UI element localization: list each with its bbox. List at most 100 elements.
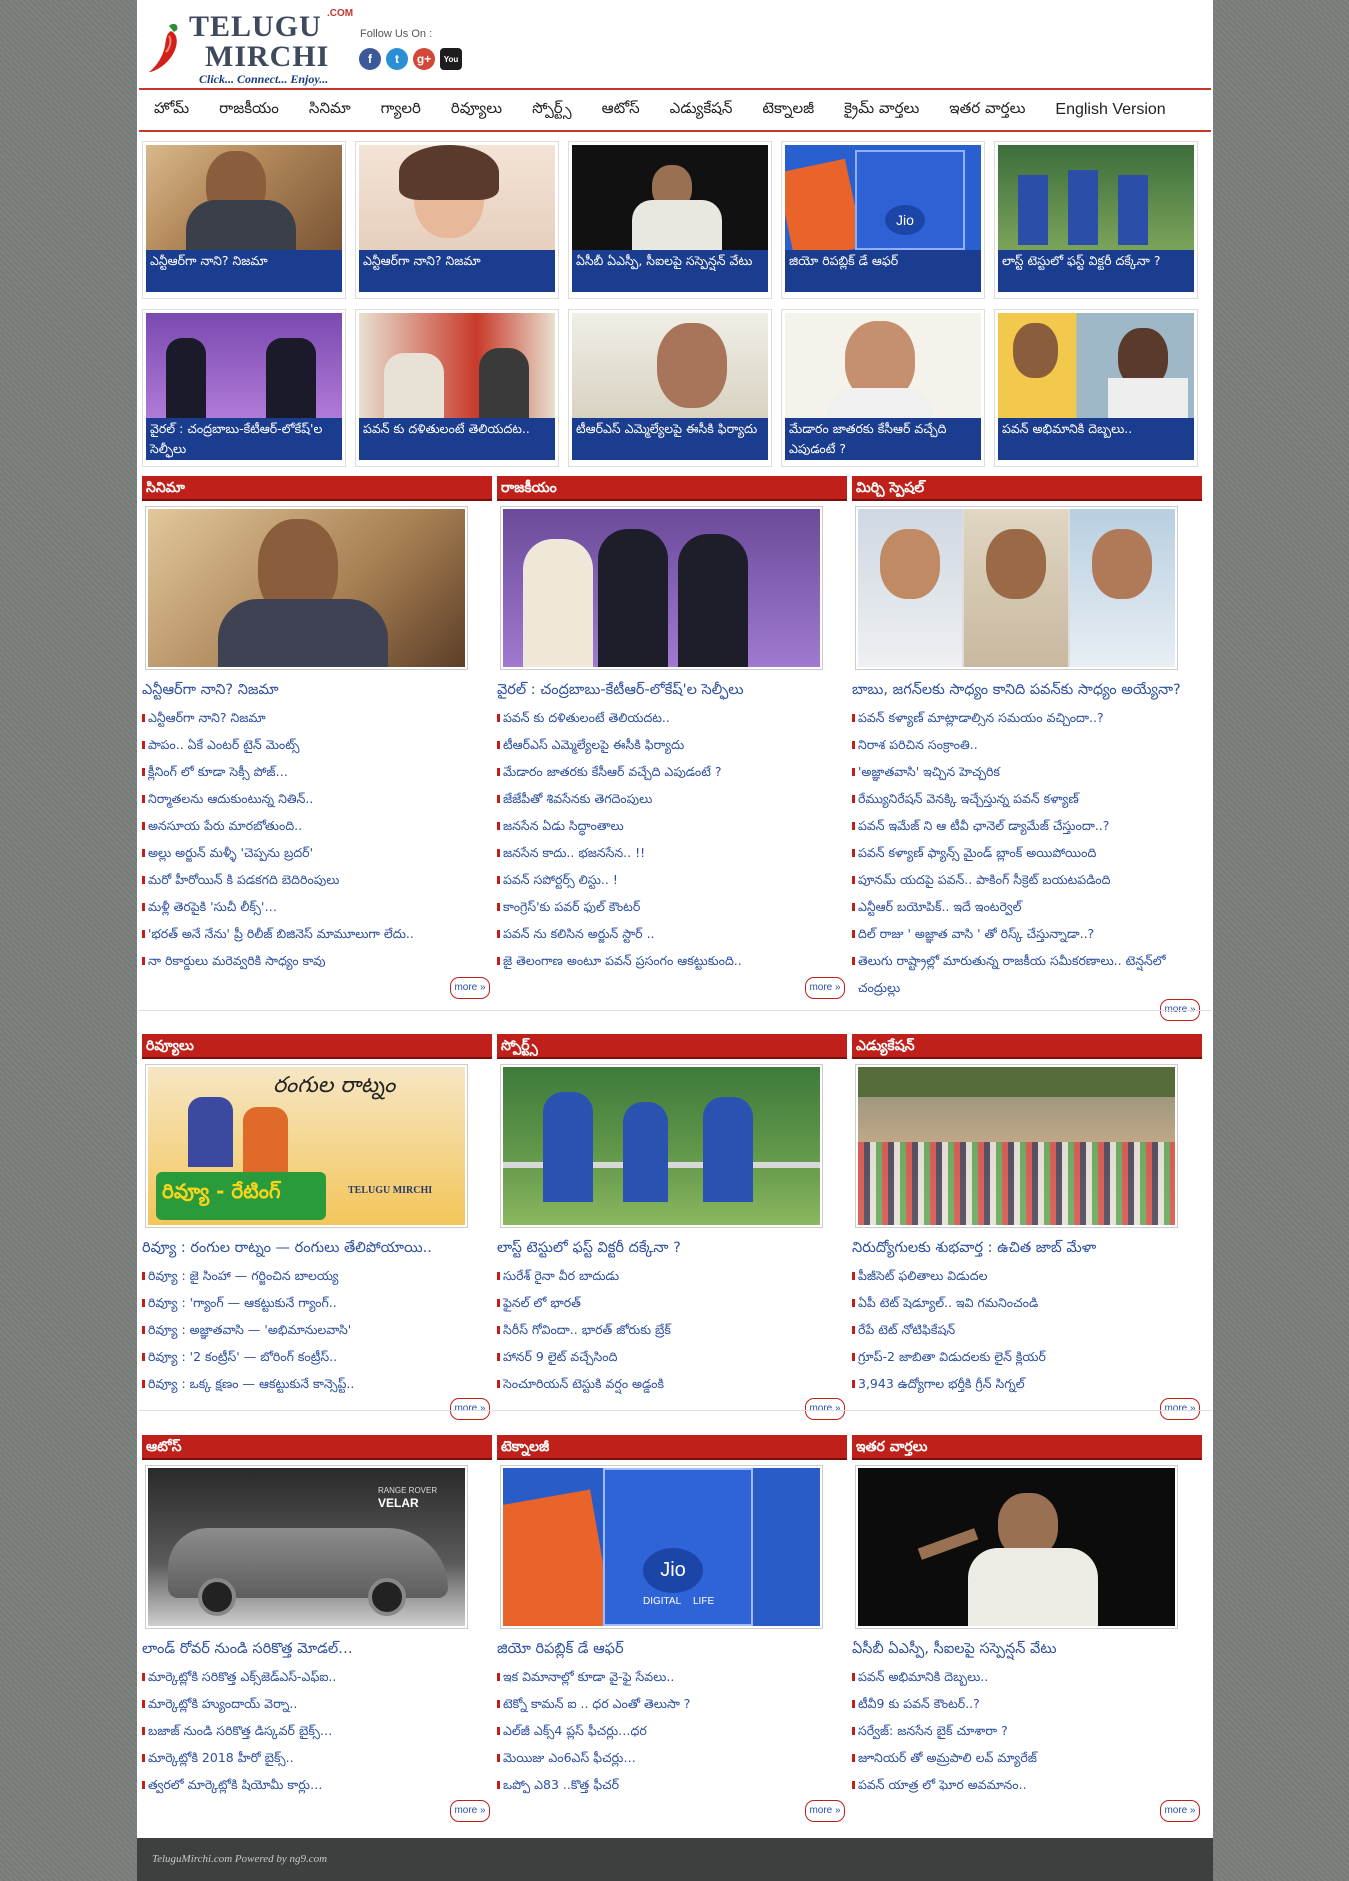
section-image[interactable] [855, 506, 1178, 670]
more-button[interactable]: more » [805, 1800, 845, 1822]
section-headline[interactable]: లాండ్ రోవర్ నుండి సరికొత్త మోడల్… [142, 1639, 492, 1659]
nav-sports[interactable]: స్పోర్ట్స్ [532, 99, 571, 121]
list-item[interactable]: సురేశ్ రైనా వీర బాదుడు [497, 1262, 847, 1289]
list-item[interactable]: ఇక విమానాల్లో కూడా వై-ఫై సేవలు.. [497, 1663, 847, 1690]
nav-autos[interactable]: ఆటోస్ [602, 99, 640, 121]
nav-gallery[interactable]: గ్యాలరి [381, 99, 421, 121]
nav-cinema[interactable]: సినిమా [309, 99, 351, 121]
facebook-icon[interactable]: f [359, 48, 381, 70]
list-item[interactable]: హానర్ 9 లైట్ వచ్చేసింది [497, 1343, 847, 1370]
section-headline[interactable]: రివ్యూ : రంగుల రాట్నం — రంగులు తేలిపోయాయ… [142, 1238, 492, 1258]
list-item[interactable]: త్వరలో మార్కెట్లోకి షియోమీ కార్లు… [142, 1771, 492, 1798]
section-image[interactable] [500, 506, 823, 670]
list-item[interactable]: మార్కెట్లోకి సరికొత్త ఎక్స్‌జెడ్‌ఎస్-ఎఫ్… [142, 1663, 492, 1690]
twitter-icon[interactable]: t [386, 48, 408, 70]
list-item[interactable]: ఎల్‌జీ ఎక్స్4 ప్లస్ ఫీచర్లు…ధర [497, 1717, 847, 1744]
nav-english-version[interactable]: English Version [1055, 101, 1165, 119]
top-story[interactable]: ఎన్టీఆర్‌గా నాని? నిజమా [142, 141, 346, 299]
top-story[interactable]: ఏసీబీ ఏఎస్పీ, సీఐలపై సస్పెన్షన్ వేటు [568, 141, 772, 299]
list-item[interactable]: రేపే టెట్ నోటిఫికేషన్ [852, 1316, 1202, 1343]
list-item[interactable]: టీఆర్ఎస్ ఎమ్మెల్యేలపై ఈసీకి ఫిర్యాదు [497, 731, 847, 758]
section-image[interactable] [855, 1064, 1178, 1228]
list-item[interactable]: పవన్ అభిమానికి దెబ్బలు.. [852, 1663, 1202, 1690]
nav-reviews[interactable]: రివ్యూలు [451, 99, 502, 121]
list-item[interactable]: జూనియర్ తో అమ్రపాలి లవ్ మ్యారేజ్ [852, 1744, 1202, 1771]
section-image[interactable] [500, 1064, 823, 1228]
list-item[interactable]: మరో హీరోయిన్ కి పడకగది బెదిరింపులు [142, 866, 492, 893]
section-headline[interactable]: ఎన్టీఆర్‌గా నాని? నిజమా [142, 680, 492, 700]
list-item[interactable]: 'అజ్ఞాతవాసి' ఇచ్చిన హెచ్చరిక [852, 758, 1202, 785]
more-button[interactable]: more » [805, 1398, 845, 1420]
list-item[interactable]: మార్కెట్లోకి హ్యుందాయ్ వెర్నా.. [142, 1690, 492, 1717]
section-heading[interactable]: రాజకీయం [497, 476, 847, 501]
more-button[interactable]: more » [805, 977, 845, 999]
list-item[interactable]: పవన్ ను కలిసిన అర్జున్ స్టార్ .. [497, 920, 847, 947]
section-headline[interactable]: లాస్ట్ టెస్టులో ఫస్ట్ విక్టరీ దక్కేనా ? [497, 1238, 847, 1258]
list-item[interactable]: పవన్ ఇమేజ్ ని ఆ టీవీ ఛానెల్ డ్యామేజ్ చేస… [852, 812, 1202, 839]
top-story[interactable]: వైరల్ : చంద్రబాబు-కేటీఆర్-లోకేష్‌'ల సెల్… [142, 309, 346, 467]
list-item[interactable]: రేమ్యునిరేషన్ వెనక్కి ఇచ్చేస్తున్న పవన్ … [852, 785, 1202, 812]
more-button[interactable]: more » [450, 977, 490, 999]
list-item[interactable]: రివ్యూ : అజ్ఞాతవాసి — 'అభిమానులవాసి' [142, 1316, 492, 1343]
list-item[interactable]: టెక్నో కామన్ ఐ .. ధర ఎంతో తెలుసా ? [497, 1690, 847, 1717]
section-image[interactable]: Jio DIGITAL LIFE [500, 1465, 823, 1629]
list-item[interactable]: అల్లు అర్జున్ మళ్ళీ 'చెప్పను బ్రదర్' [142, 839, 492, 866]
list-item[interactable]: నిరాశ పరిచిన సంక్రాంతి.. [852, 731, 1202, 758]
list-item[interactable]: తెలుగు రాష్ట్రాల్లో మారుతున్న రాజకీయ సమీ… [852, 947, 1202, 1001]
nav-home[interactable]: హోమ్ [154, 99, 189, 121]
list-item[interactable]: ఎన్టీఆర్ బయోపిక్.. ఇదే ఇంటర్వెల్ [852, 893, 1202, 920]
top-story[interactable]: ఎన్టీఆర్‌గా నాని? నిజమా [355, 141, 559, 299]
list-item[interactable]: పాపం.. ఏకే ఎంటర్ టైన్ మెంట్స్ [142, 731, 492, 758]
youtube-icon[interactable]: You [440, 48, 462, 70]
list-item[interactable]: రివ్యూ : 'గ్యాంగ్ — ఆకట్టుకునే గ్యాంగ్.. [142, 1289, 492, 1316]
nav-other-news[interactable]: ఇతర వార్తలు [949, 99, 1025, 121]
list-item[interactable]: మేడారం జాతరకు కేసీఆర్ వచ్చేది ఎపుడంటే ? [497, 758, 847, 785]
list-item[interactable]: అనసూయ పేరు మారబోతుంది.. [142, 812, 492, 839]
list-item[interactable]: సర్వేజ్: జనసేన బైక్ చూశారా ? [852, 1717, 1202, 1744]
list-item[interactable]: పవన్ కళ్యాణ్ ఫ్యాన్స్ మైండ్ బ్లాంక్ అయిప… [852, 839, 1202, 866]
nav-technology[interactable]: టెక్నాలజీ [762, 99, 814, 121]
list-item[interactable]: జనసేన ఏడు సిద్ధాంతాలు [497, 812, 847, 839]
list-item[interactable]: సిరీస్ గోవిందా.. భారత్ జోరుకు బ్రేక్ [497, 1316, 847, 1343]
top-story[interactable]: మేడారం జాతరకు కేసీఆర్ వచ్చేది ఎపుడంటే ? [781, 309, 985, 467]
top-story[interactable]: లాస్ట్ టెస్టులో ఫస్ట్ విక్టరీ దక్కేనా ? [994, 141, 1198, 299]
list-item[interactable]: పవన్ కు దళితులంటే తెలియదట.. [497, 704, 847, 731]
top-story[interactable]: పవన్ అభిమానికి దెబ్బలు.. [994, 309, 1198, 467]
list-item[interactable]: పూనమ్ యదపై పవన్.. పాకింగ్ సీక్రెట్ బయటపడ… [852, 866, 1202, 893]
more-button[interactable]: more » [450, 1800, 490, 1822]
top-story[interactable]: పవన్ కు దళితులంటే తెలియదట.. [355, 309, 559, 467]
nav-crime[interactable]: క్రైమ్ వార్తలు [844, 99, 919, 121]
list-item[interactable]: నా రికార్డులు మరెవ్వరికి సాధ్యం కావు [142, 947, 492, 974]
google-plus-icon[interactable]: g+ [413, 48, 435, 70]
list-item[interactable]: నిర్మాతలను ఆదుకుంటున్న నితిన్.. [142, 785, 492, 812]
list-item[interactable]: రివ్యూ : ఒక్క క్షణం — ఆకట్టుకునే కాన్సెప… [142, 1370, 492, 1397]
section-headline[interactable]: వైరల్ : చంద్రబాబు-కేటీఆర్-లోకేష్‌'ల సెల్… [497, 680, 847, 700]
list-item[interactable]: ఒప్పో ఎ83 ..కొత్త ఫీచర్ [497, 1771, 847, 1798]
more-button[interactable]: more » [1160, 1398, 1200, 1420]
section-image[interactable] [855, 1465, 1178, 1629]
list-item[interactable]: 'భరత్ అనే నేను' ప్రీ రిలీజ్ బిజినెస్ మామ… [142, 920, 492, 947]
top-story[interactable]: టీఆర్ఎస్ ఎమ్మెల్యేలపై ఈసీకి ఫిర్యాదు [568, 309, 772, 467]
list-item[interactable]: జేజేపీతో శివసేనకు తెగదెంపులు [497, 785, 847, 812]
list-item[interactable]: కాంగ్రెస్'కు పవర్ ఫుల్ కౌంటర్ [497, 893, 847, 920]
list-item[interactable]: క్లీనింగ్ లో కూడా సెక్సీ పోజ్… [142, 758, 492, 785]
section-image[interactable] [145, 506, 468, 670]
list-item[interactable]: మళ్లీ తెరపైకి 'సుచీ లీక్స్'… [142, 893, 492, 920]
list-item[interactable]: ఏపీ టెట్ షెడ్యూల్.. ఇవి గమనించండి [852, 1289, 1202, 1316]
list-item[interactable]: బజాజ్ నుండి సరికొత్త డిస్కవర్ బైక్స్… [142, 1717, 492, 1744]
list-item[interactable]: రివ్యూ : జై సింహా — గర్జించిన బాలయ్య [142, 1262, 492, 1289]
section-image[interactable]: RANGE ROVER VELAR [145, 1465, 468, 1629]
section-heading[interactable]: రివ్యూలు [142, 1034, 492, 1059]
list-item[interactable]: పవన్ కళ్యాణ్ మాట్లాడాల్సిన సమయం వచ్చిందా… [852, 704, 1202, 731]
list-item[interactable]: జనసేన కాదు.. భజనసేన.. !! [497, 839, 847, 866]
section-headline[interactable]: బాబు, జగన్‌లకు సాధ్యం కానిది పవన్‌కు సాధ… [852, 680, 1202, 700]
list-item[interactable]: దిల్ రాజు ' అజ్ఞాత వాసి ' తో రిస్క్ చేస్… [852, 920, 1202, 947]
more-button[interactable]: more » [450, 1398, 490, 1420]
section-heading[interactable]: ఎడ్యుకేషన్ [852, 1034, 1202, 1059]
list-item[interactable]: పీజీసెట్ ఫలితాలు విడుదల [852, 1262, 1202, 1289]
list-item[interactable]: ఎన్టీఆర్‌గా నాని? నిజమా [142, 704, 492, 731]
list-item[interactable]: టీవీ9 కు పవన్ కౌంటర్..? [852, 1690, 1202, 1717]
section-heading[interactable]: టెక్నాలజీ [497, 1435, 847, 1460]
list-item[interactable]: పవన్ సపోర్టర్స్ లిస్టు.. ! [497, 866, 847, 893]
section-heading[interactable]: ఆటోస్ [142, 1435, 492, 1460]
